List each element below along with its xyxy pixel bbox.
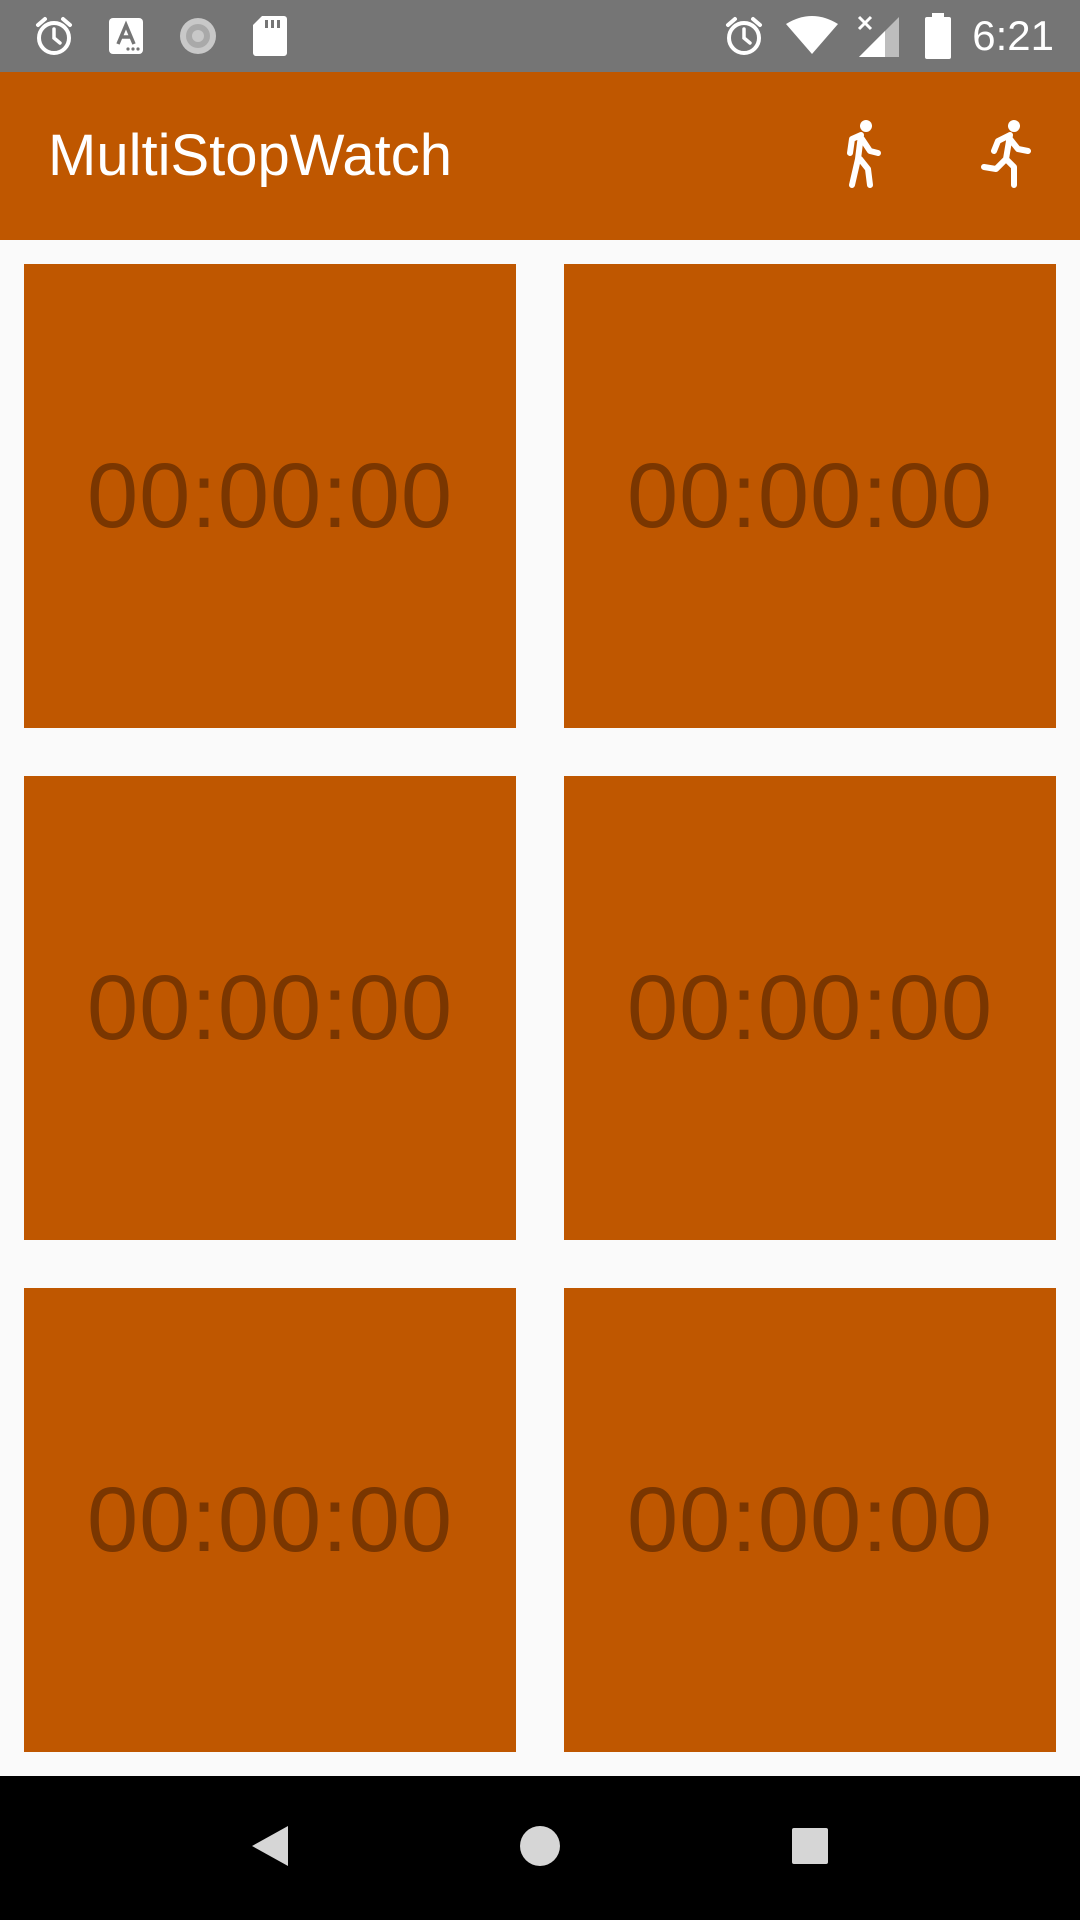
stopwatch-tile-2[interactable]: 00:00:00	[564, 264, 1056, 728]
stopwatch-tile-6[interactable]: 00:00:00	[564, 1288, 1056, 1752]
run-icon	[976, 119, 1036, 194]
stopwatch-tile-5[interactable]: 00:00:00	[24, 1288, 516, 1752]
alarm-icon	[30, 0, 78, 72]
font-a-icon	[104, 0, 148, 72]
walk-button[interactable]	[822, 114, 906, 198]
run-button[interactable]	[964, 114, 1048, 198]
battery-icon	[918, 0, 958, 72]
stopwatch-time: 00:00:00	[86, 1468, 454, 1571]
stopwatch-time: 00:00:00	[626, 1468, 994, 1571]
stopwatch-tile-4[interactable]: 00:00:00	[564, 776, 1056, 1240]
sd-card-icon	[248, 0, 292, 72]
sync-spinner-icon	[174, 0, 222, 72]
home-button[interactable]	[492, 1812, 588, 1884]
stopwatch-time: 00:00:00	[626, 956, 994, 1059]
back-icon	[248, 1823, 292, 1874]
recents-button[interactable]	[762, 1812, 858, 1884]
walk-icon	[834, 119, 894, 194]
cell-signal-off-icon	[852, 0, 904, 72]
navigation-bar	[0, 1776, 1080, 1920]
status-time: 6:21	[972, 12, 1054, 59]
app-bar: MultiStopWatch	[0, 72, 1080, 240]
stopwatch-tile-1[interactable]: 00:00:00	[24, 264, 516, 728]
stopwatch-tile-3[interactable]: 00:00:00	[24, 776, 516, 1240]
recents-icon	[790, 1826, 830, 1871]
stopwatch-grid: 00:00:00 00:00:00 00:00:00 00:00:00 00:0…	[0, 240, 1080, 1776]
wifi-icon	[784, 0, 840, 72]
stopwatch-time: 00:00:00	[626, 444, 994, 547]
stopwatch-time: 00:00:00	[86, 956, 454, 1059]
alarm-icon	[720, 0, 768, 72]
status-bar: 6:21	[0, 0, 1080, 72]
app-title: MultiStopWatch	[48, 123, 452, 188]
back-button[interactable]	[222, 1812, 318, 1884]
home-icon	[518, 1824, 562, 1873]
stopwatch-time: 00:00:00	[86, 444, 454, 547]
